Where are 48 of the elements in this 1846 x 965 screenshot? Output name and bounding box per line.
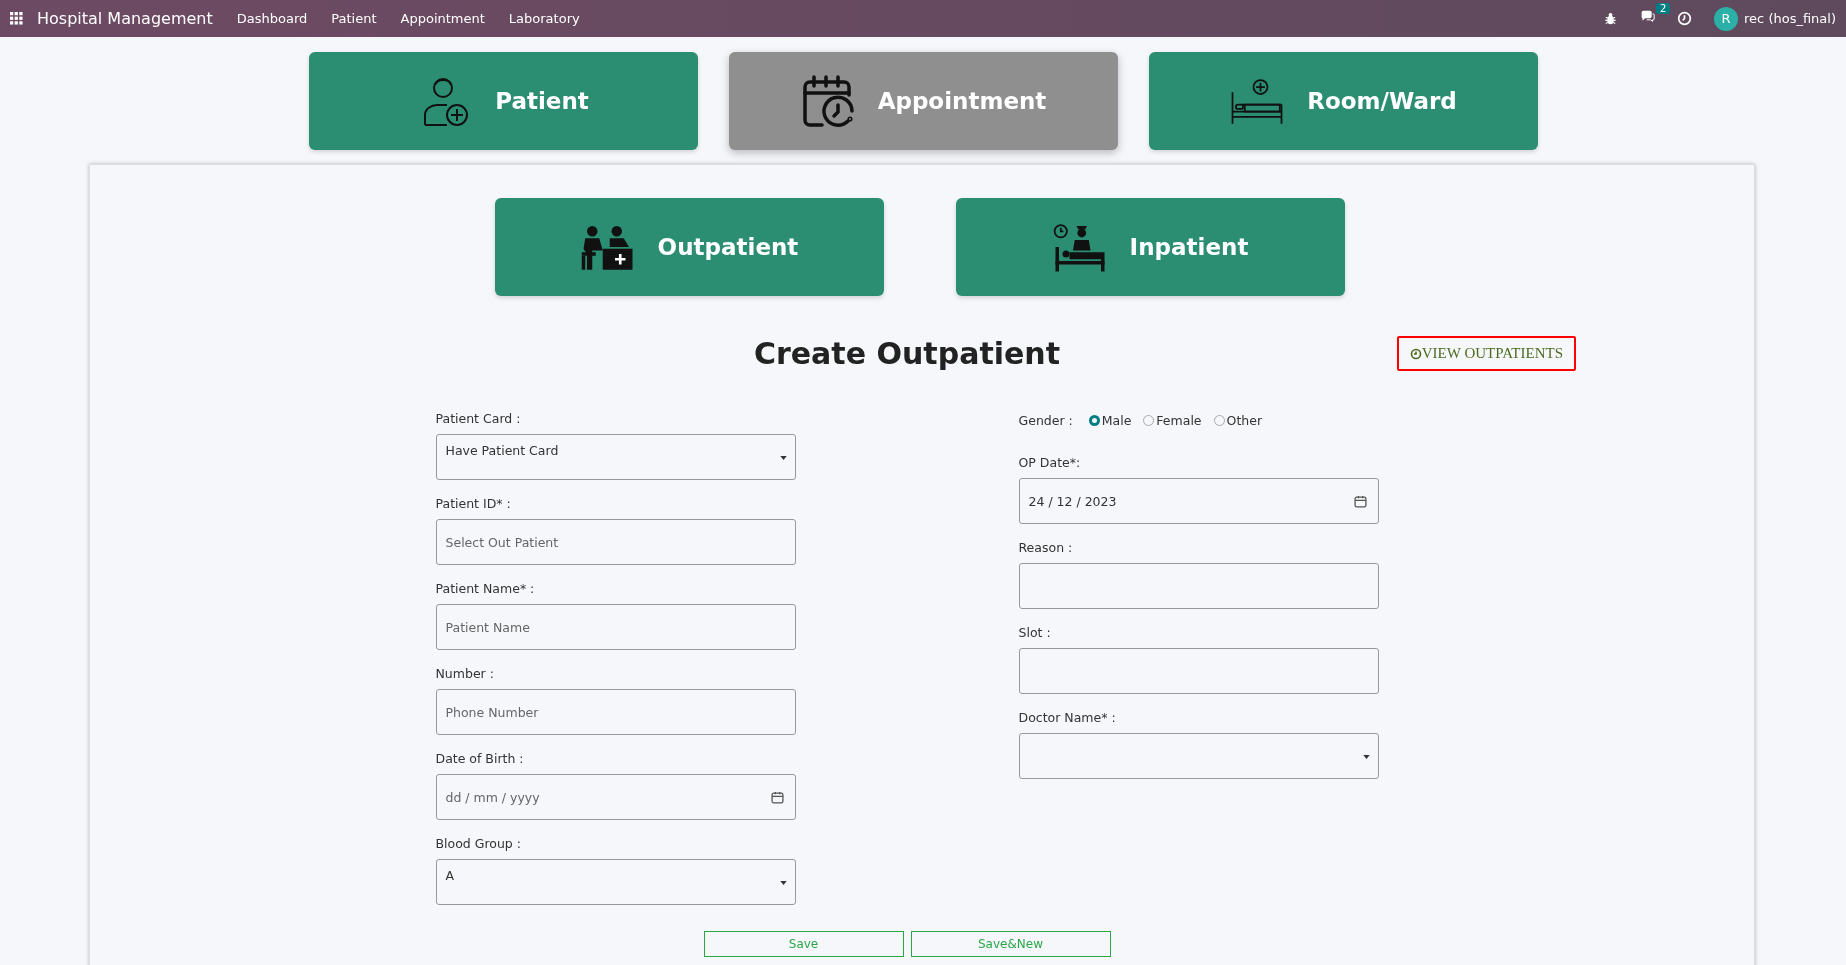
- input-field[interactable]: [1018, 648, 1379, 694]
- field-label: Slot :: [1018, 625, 1052, 640]
- caret-icon: [779, 456, 787, 460]
- page-title: Create Outpatient: [753, 336, 1061, 371]
- module-card[interactable]: Appointment: [728, 52, 1118, 150]
- field-label: Reason :: [1018, 540, 1074, 555]
- caret-icon: [1362, 755, 1370, 759]
- menu-item[interactable]: Laboratory: [508, 11, 580, 26]
- bug-icon[interactable]: [1603, 11, 1619, 26]
- menu-item[interactable]: Patient: [331, 11, 377, 26]
- input-field[interactable]: Patient Name: [435, 604, 796, 650]
- field-label: Number :: [435, 666, 495, 681]
- chat-icon[interactable]: [1640, 9, 1656, 24]
- view-outpatients-link[interactable]: VIEW OUTPATIENTS: [1396, 336, 1576, 371]
- gender-radio[interactable]: Other: [1213, 412, 1263, 428]
- menu-item[interactable]: Dashboard: [236, 11, 308, 26]
- user-name[interactable]: rec (hos_final): [1744, 11, 1836, 26]
- input-field[interactable]: Select Out Patient: [435, 519, 796, 565]
- module-card[interactable]: Patient: [308, 52, 698, 150]
- field-label: OP Date*:: [1018, 455, 1082, 470]
- gender-radio[interactable]: Male: [1088, 412, 1132, 428]
- calendar-icon: [1353, 495, 1367, 508]
- calendar-icon: [770, 791, 784, 804]
- clock-icon: [1409, 347, 1422, 360]
- input-field[interactable]: Phone Number: [435, 689, 796, 735]
- menu-item[interactable]: Appointment: [400, 11, 485, 26]
- field-label: Doctor Name* :: [1018, 710, 1117, 725]
- select-field[interactable]: A: [435, 859, 796, 905]
- field-label: Patient Card :: [435, 411, 522, 426]
- caret-icon: [779, 881, 787, 885]
- date-field[interactable]: 24 / 12 / 2023: [1018, 478, 1379, 524]
- field-label: Blood Group :: [435, 836, 522, 851]
- module-card[interactable]: Room/Ward: [1148, 52, 1538, 150]
- select-field[interactable]: Have Patient Card: [435, 434, 796, 480]
- message-count-badge: 2: [1656, 3, 1671, 14]
- field-label: Date of Birth :: [435, 751, 525, 766]
- clock-icon[interactable]: [1677, 11, 1693, 26]
- apps-grid-icon[interactable]: [10, 12, 23, 25]
- date-field[interactable]: dd / mm / yyyy: [435, 774, 796, 820]
- input-field[interactable]: [1018, 563, 1379, 609]
- app-title[interactable]: Hospital Management: [37, 9, 213, 28]
- module-card[interactable]: Inpatient: [955, 198, 1345, 296]
- field-label: Gender :: [1018, 412, 1073, 428]
- select-field[interactable]: [1018, 733, 1379, 779]
- field-label: Patient ID* :: [435, 496, 512, 511]
- module-card[interactable]: Outpatient: [494, 198, 884, 296]
- field-label: Patient Name* :: [435, 581, 536, 596]
- gender-radio[interactable]: Female: [1143, 412, 1202, 428]
